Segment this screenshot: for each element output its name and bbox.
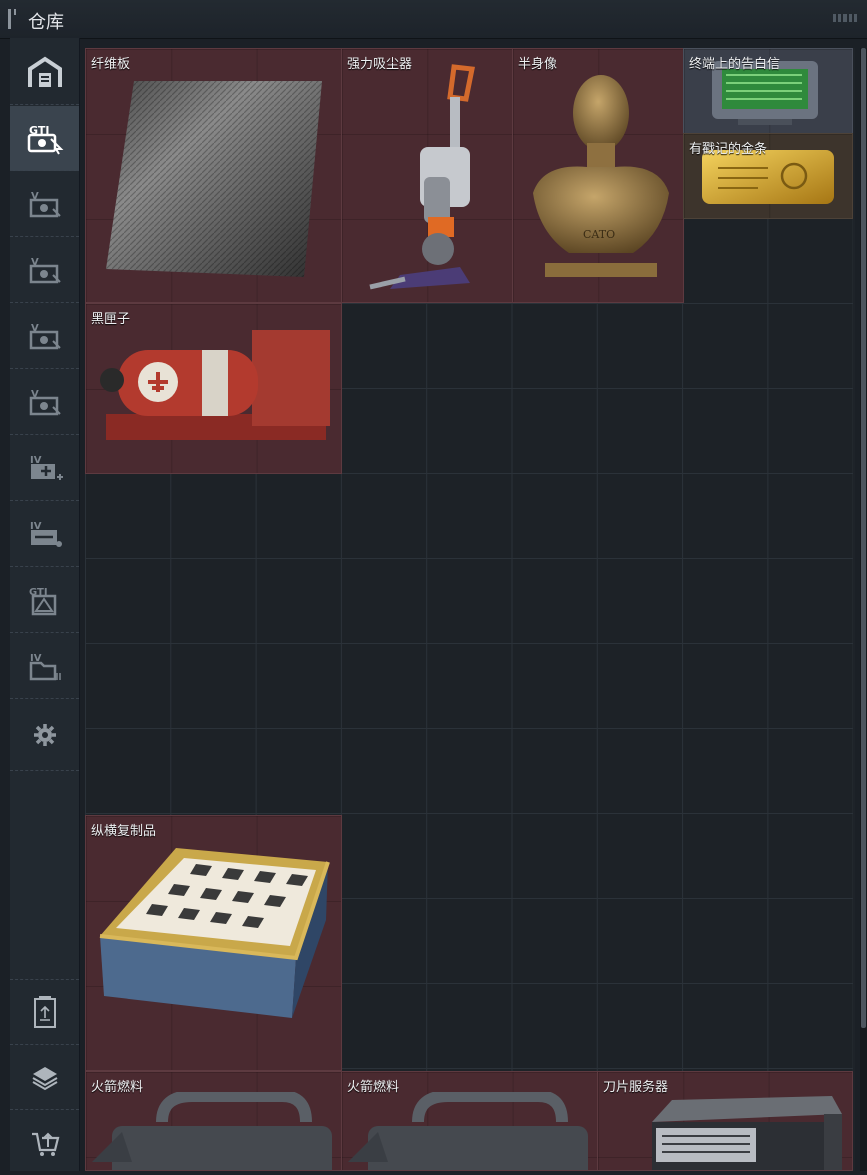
sidebar-item-settings[interactable]: [10, 700, 79, 771]
vacuum-image: [350, 57, 500, 297]
inventory-item-rocket-fuel-2[interactable]: 火箭燃料: [341, 1071, 598, 1171]
blade-server-image: [632, 1094, 844, 1170]
sidebar: GTI V V V V IV IV GTI IV: [10, 38, 80, 1171]
sidebar-item-cart-upload[interactable]: [10, 1111, 79, 1175]
fiberboard-image: [106, 77, 326, 282]
title-accent-tick: [14, 9, 16, 15]
v-card-icon-4: V: [25, 385, 65, 419]
fuel-can-image: [92, 1092, 338, 1170]
cart-upload-icon: [30, 1128, 60, 1158]
warehouse-icon: [25, 55, 65, 89]
inventory-item-gold-bar[interactable]: 有戳记的金条: [683, 133, 853, 219]
scrollbar-thumb[interactable]: [861, 48, 866, 1028]
title-bar: 仓库: [0, 0, 867, 39]
bust-image: CATO: [523, 63, 678, 283]
sidebar-item-gti-cards[interactable]: GTI: [10, 106, 79, 171]
sidebar-item-gti-diagram[interactable]: GTI: [10, 568, 79, 633]
gti-diagram-icon: GTI: [25, 583, 65, 617]
sidebar-item-v-card-2[interactable]: V: [10, 238, 79, 303]
sidebar-item-v-card-3[interactable]: V: [10, 304, 79, 369]
layers-icon: [31, 1063, 59, 1091]
window-title: 仓库: [28, 12, 64, 33]
sidebar-item-iv-folder[interactable]: IV: [10, 634, 79, 699]
inventory-item-bust[interactable]: CATO 半身像: [512, 48, 684, 303]
item-label: 纵横复制品: [91, 824, 157, 839]
black-box-image: [92, 324, 336, 454]
iv-add-icon: IV: [25, 451, 65, 485]
item-label: 刀片服务器: [603, 1080, 669, 1095]
trash-bin-icon: [31, 996, 59, 1028]
gear-icon: [33, 723, 57, 747]
item-label: 强力吸尘器: [347, 57, 413, 72]
v-card-icon-1: V: [25, 187, 65, 221]
inventory-item-fiberboard[interactable]: 纤维板: [85, 48, 342, 303]
fuel-can-image: [348, 1092, 594, 1170]
inventory-grid: 纤维板 强力吸尘器 CATO 半身像 终端上的告白信 有戳记的金条 黑匣子 纵横…: [85, 48, 855, 1171]
drag-handle-icon[interactable]: [833, 14, 858, 22]
item-label: 黑匣子: [91, 312, 131, 327]
inventory-item-vacuum[interactable]: 强力吸尘器: [341, 48, 513, 303]
iv-folder-icon: IV: [25, 649, 65, 683]
inventory-item-rocket-fuel-1[interactable]: 火箭燃料: [85, 1071, 342, 1171]
inventory-scrollbar[interactable]: [860, 48, 867, 1171]
item-label: 半身像: [518, 57, 558, 72]
sidebar-item-warehouse[interactable]: [10, 40, 79, 105]
inventory-item-black-box[interactable]: 黑匣子: [85, 303, 342, 474]
item-label: 火箭燃料: [91, 1080, 144, 1095]
sidebar-item-v-card-4[interactable]: V: [10, 370, 79, 435]
inventory-item-terminal-letter[interactable]: 终端上的告白信: [683, 48, 853, 134]
v-card-icon-3: V: [25, 319, 65, 353]
iv-minus-icon: IV: [25, 517, 65, 551]
sidebar-item-iv-minus[interactable]: IV: [10, 502, 79, 567]
item-label: 纤维板: [91, 57, 131, 72]
inventory-item-chess-replica[interactable]: 纵横复制品: [85, 815, 342, 1071]
item-label: 有戳记的金条: [689, 142, 768, 157]
item-label: 终端上的告白信: [689, 57, 781, 72]
gti-cards-icon: GTI: [25, 121, 65, 155]
sidebar-item-trash[interactable]: [10, 979, 79, 1045]
item-label: 火箭燃料: [347, 1080, 400, 1095]
title-accent-mark: [8, 9, 11, 29]
sidebar-item-layers[interactable]: [10, 1045, 79, 1110]
sidebar-item-iv-add[interactable]: IV: [10, 436, 79, 501]
chessboard-image: [96, 840, 334, 1050]
sidebar-item-v-card-1[interactable]: V: [10, 172, 79, 237]
v-card-icon-2: V: [25, 253, 65, 287]
inventory-item-blade-server[interactable]: 刀片服务器: [597, 1071, 853, 1171]
bust-engraving: CATO: [583, 228, 615, 241]
